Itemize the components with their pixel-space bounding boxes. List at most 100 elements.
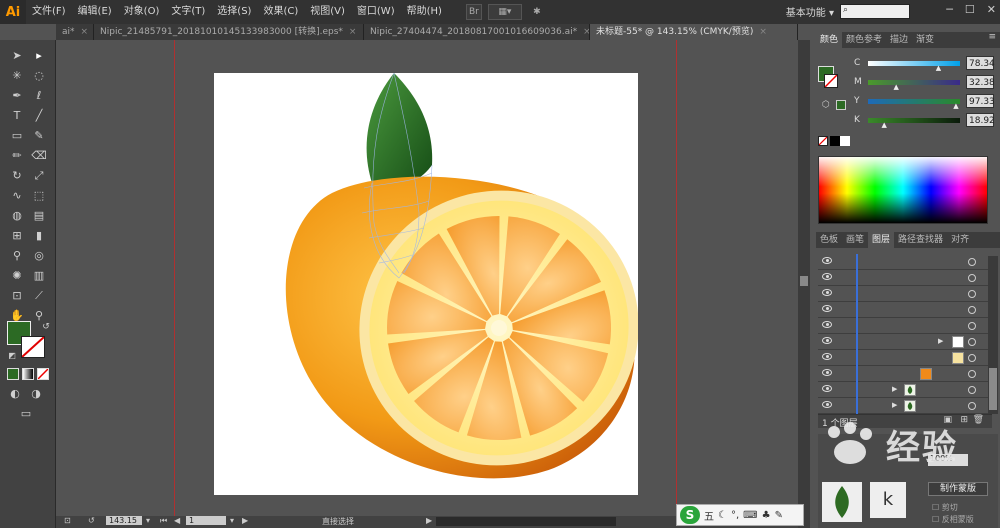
horizontal-scrollbar[interactable] [436,517,616,526]
close-tab-icon[interactable]: × [759,27,767,37]
artboard-number-field[interactable]: 1 [186,516,226,525]
selection-tool-icon[interactable]: ➤ [9,48,25,64]
channel-value[interactable]: 32.38 [966,75,995,89]
panel-tab[interactable]: 描边 [886,32,912,48]
document-tab[interactable]: Nipic_27404474_20180817001016609036.ai* × [364,24,590,40]
layer-row[interactable] [818,318,992,334]
warp-tool-icon[interactable]: ∿ [9,188,25,204]
layer-row[interactable]: ▶ [818,334,992,350]
invert-mask-checkbox[interactable]: ☐ 反相蒙版 [932,514,974,525]
expand-arrow-icon[interactable]: ▶ [938,337,943,345]
color-mode-icon[interactable] [7,368,19,380]
stroke-swatch[interactable] [21,336,45,358]
target-circle-icon[interactable] [968,354,976,362]
gradient-mode-icon[interactable] [22,368,34,380]
panel-tab[interactable]: 对齐 [947,232,973,248]
expand-arrow-icon[interactable]: ▶ [892,401,897,409]
drawing-mode-icon[interactable]: ◐ [7,386,23,402]
status-menu-icon[interactable]: ▶ [426,516,432,525]
slider-handle-icon[interactable]: ▲ [936,64,941,72]
color-spectrum[interactable] [818,156,988,224]
next-artboard-icon[interactable]: ▶ [242,516,248,525]
slider-handle-icon[interactable]: ▲ [953,102,958,110]
layer-row[interactable] [818,286,992,302]
orange-artwork[interactable] [214,73,638,495]
panel-tab[interactable]: 色板 [816,232,842,248]
panel-tab[interactable]: 渐变 [912,32,938,48]
target-circle-icon[interactable] [968,322,976,330]
menu-item[interactable]: 效果(C) [257,0,304,24]
visibility-eye-icon[interactable] [822,305,832,312]
artboard-tool-icon[interactable]: ⊡ [9,288,25,304]
menu-item[interactable]: 文字(T) [165,0,211,24]
channel-value[interactable]: 78.34 [966,56,995,70]
slider-handle-icon[interactable]: ▲ [893,83,898,91]
direct-selection-tool-icon[interactable]: ▸ [31,48,47,64]
artboard-nav-icon[interactable]: ⊡ [64,516,71,525]
swap-fill-stroke-icon[interactable]: ↺ [38,319,54,335]
line-tool-icon[interactable]: ╱ [31,108,47,124]
channel-slider[interactable] [868,99,960,104]
target-circle-icon[interactable] [968,402,976,410]
menu-item[interactable]: 编辑(E) [72,0,118,24]
slice-tool-icon[interactable]: ⟋ [31,288,47,304]
arrange-documents-icon[interactable]: ▦▾ [487,4,522,20]
link-mask-icon[interactable]: k [870,482,906,518]
channel-value[interactable]: 97.33 [966,94,995,108]
layer-row[interactable] [818,302,992,318]
target-circle-icon[interactable] [968,338,976,346]
zoom-field[interactable]: 143.15 [106,516,142,525]
maximize-icon[interactable]: ☐ [965,3,975,16]
curvature-tool-icon[interactable]: ℓ [31,88,47,104]
clip-checkbox[interactable]: ☐ 剪切 [932,502,958,513]
visibility-eye-icon[interactable] [822,289,832,296]
visibility-eye-icon[interactable] [822,337,832,344]
document-tab[interactable]: 未标题-55* @ 143.15% (CMYK/预览) × [590,24,798,40]
ime-mode[interactable]: 五 [704,508,714,523]
ime-toolbar[interactable]: S 五 ☾ °, ⌨ ♣ ✎ [676,504,804,526]
layer-row[interactable] [818,366,992,382]
menu-item[interactable]: 文件(F) [26,0,72,24]
first-artboard-icon[interactable]: ⏮ [160,516,167,526]
document-tab[interactable]: Nipic_21485791_20181010145133983000 [转换]… [94,24,364,40]
pen-tool-icon[interactable]: ✒ [9,88,25,104]
channel-value[interactable]: 18.92 [966,113,995,127]
layer-row[interactable] [818,350,992,366]
none-color-swatch[interactable] [818,136,828,146]
target-circle-icon[interactable] [968,258,976,266]
bridge-icon[interactable]: Br [465,4,482,20]
target-circle-icon[interactable] [968,370,976,378]
white-swatch[interactable] [840,136,850,146]
panel-tab[interactable]: 路径查找器 [894,232,947,248]
scale-tool-icon[interactable]: ⤢ [31,168,47,184]
canvas-area[interactable] [56,40,798,516]
menu-item[interactable]: 帮助(H) [401,0,448,24]
artboard-dropdown-icon[interactable]: ▾ [230,516,234,525]
visibility-eye-icon[interactable] [822,369,832,376]
panel-tab[interactable]: 画笔 [842,232,868,248]
close-tab-icon[interactable]: × [81,27,89,37]
layers-scrollbar[interactable] [988,256,998,414]
mesh-tool-icon[interactable]: ⊞ [9,228,25,244]
column-graph-icon[interactable]: ▥ [31,268,47,284]
layer-row[interactable] [818,270,992,286]
layer-row[interactable] [818,254,992,270]
visibility-eye-icon[interactable] [822,321,832,328]
visibility-eye-icon[interactable] [822,385,832,392]
slider-handle-icon[interactable]: ▲ [881,121,886,129]
none-mode-icon[interactable] [37,368,49,380]
channel-slider[interactable] [868,61,960,66]
layer-row[interactable]: ▶ [818,382,992,398]
tools-icon[interactable]: ✎ [775,510,783,521]
close-tab-icon[interactable]: × [583,27,589,37]
rotate-tool-icon[interactable]: ↻ [9,168,25,184]
layer-row[interactable]: ▶ [818,398,992,414]
expand-arrow-icon[interactable]: ▶ [892,385,897,393]
menu-item[interactable]: 对象(O) [118,0,166,24]
minimize-icon[interactable]: ─ [946,3,953,16]
menu-item[interactable]: 选择(S) [211,0,257,24]
vertical-scrollbar[interactable] [798,40,810,528]
lasso-icon[interactable]: ◌ [31,68,47,84]
rectangle-tool-icon[interactable]: ▭ [9,128,25,144]
eyedropper-icon[interactable]: ⚲ [9,248,25,264]
